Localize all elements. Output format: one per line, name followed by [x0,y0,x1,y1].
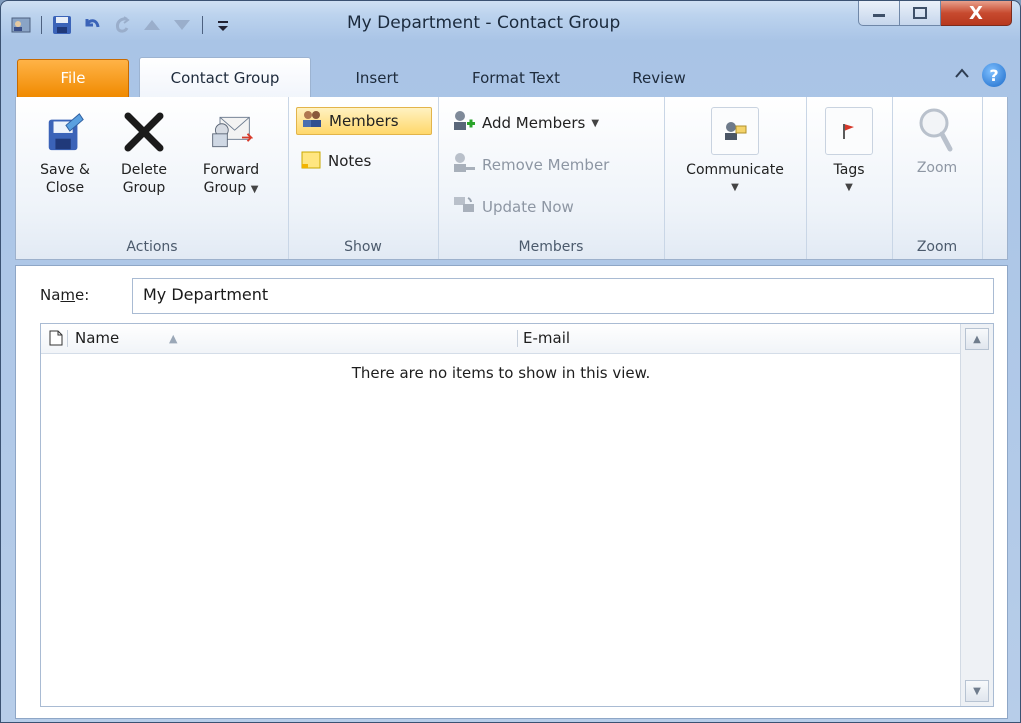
sort-ascending-icon: ▲ [169,332,178,345]
update-now-button: Update Now [448,193,658,221]
help-icon[interactable]: ? [982,63,1006,87]
qat-separator [202,16,203,34]
save-and-close-icon [43,109,87,155]
name-input[interactable]: My Department [132,278,994,314]
chevron-down-icon: ▼ [731,182,739,193]
chevron-down-icon: ▼ [591,117,600,129]
ribbon-group-tags: Tags ▼ [806,97,893,259]
ribbon-group-zoom: Zoom Zoom [892,97,983,259]
add-members-icon [452,110,476,136]
minimize-ribbon-icon[interactable] [954,67,970,83]
contact-card-icon[interactable] [11,15,31,35]
notes-icon [300,148,322,174]
ribbon-group-members: Add Members ▼ Remove Member Update Now M… [438,97,665,259]
tab-format-text[interactable]: Format Text [451,60,581,96]
list-header: Name ▲ E-mail [41,324,961,354]
add-members-button[interactable]: Add Members ▼ [448,109,658,137]
previous-item-icon [142,15,162,35]
save-and-close-button[interactable]: Save & Close [30,109,100,197]
column-header-name[interactable]: Name ▲ [75,324,505,353]
column-divider [67,330,68,347]
close-button[interactable]: X [941,1,1012,26]
window-controls: X [858,1,1012,26]
update-now-icon [452,194,476,220]
group-label-members: Members [518,239,584,255]
outlook-contact-group-window: My Department - Contact Group X File Con… [0,0,1021,723]
ribbon-group-communicate: Communicate ▼ [664,97,807,259]
delete-group-button[interactable]: Delete Group [112,109,176,197]
customize-qat-icon[interactable] [213,15,233,35]
communicate-button[interactable]: Communicate ▼ [672,107,798,197]
tags-button[interactable]: Tags ▼ [818,107,880,197]
name-row: Name: My Department [16,278,1007,318]
next-item-icon [172,15,192,35]
ribbon-tab-controls: ? [954,63,1006,87]
qat-separator [41,16,42,34]
remove-member-button: Remove Member [448,151,658,179]
chevron-down-icon: ▼ [845,182,853,193]
redo-icon [112,15,132,35]
remove-member-icon [452,152,476,178]
ribbon: Save & Close Delete Group Forward Group … [15,97,1008,260]
tab-file[interactable]: File [17,59,129,98]
tab-review[interactable]: Review [609,60,709,96]
column-header-email[interactable]: E-mail [523,324,943,353]
save-icon[interactable] [52,15,72,35]
window-title: My Department - Contact Group [347,13,621,33]
flag-icon [825,107,873,155]
empty-list-message: There are no items to show in this view. [351,364,651,382]
group-label-show: Show [344,239,382,255]
minimize-button[interactable] [858,1,900,26]
forward-group-button[interactable]: Forward Group ▼ [186,109,276,199]
name-label: Name: [40,286,90,304]
scroll-up-icon[interactable]: ▲ [965,328,989,350]
ribbon-group-actions: Save & Close Delete Group Forward Group … [16,97,289,259]
scroll-down-icon[interactable]: ▼ [965,680,989,702]
zoom-button: Zoom [902,107,972,177]
ribbon-tabs: File Contact Group Insert Format Text Re… [1,57,1020,98]
document-icon [49,330,63,350]
undo-icon[interactable] [82,15,102,35]
members-list: Name ▲ E-mail There are no items to show… [40,323,994,707]
vertical-scrollbar[interactable]: ▲ ▼ [960,324,993,706]
notes-view-button[interactable]: Notes [296,147,416,175]
tab-insert[interactable]: Insert [337,60,417,96]
ribbon-group-show: Members Notes Show [288,97,439,259]
members-view-button[interactable]: Members [296,107,432,135]
members-icon [301,109,323,133]
communicate-icon [711,107,759,155]
group-label-actions: Actions [126,239,178,255]
contact-group-form: Name: My Department Name ▲ E-mail There … [15,265,1008,719]
quick-access-toolbar [11,13,233,37]
maximize-button[interactable] [900,1,941,26]
group-label-zoom: Zoom [916,239,958,255]
forward-contact-icon [209,109,253,155]
column-divider [517,330,518,347]
chevron-down-icon: ▼ [250,184,259,195]
title-bar: My Department - Contact Group X [1,1,1020,47]
magnifier-icon [915,107,959,153]
delete-x-icon [122,109,166,155]
tab-contact-group[interactable]: Contact Group [139,57,311,98]
